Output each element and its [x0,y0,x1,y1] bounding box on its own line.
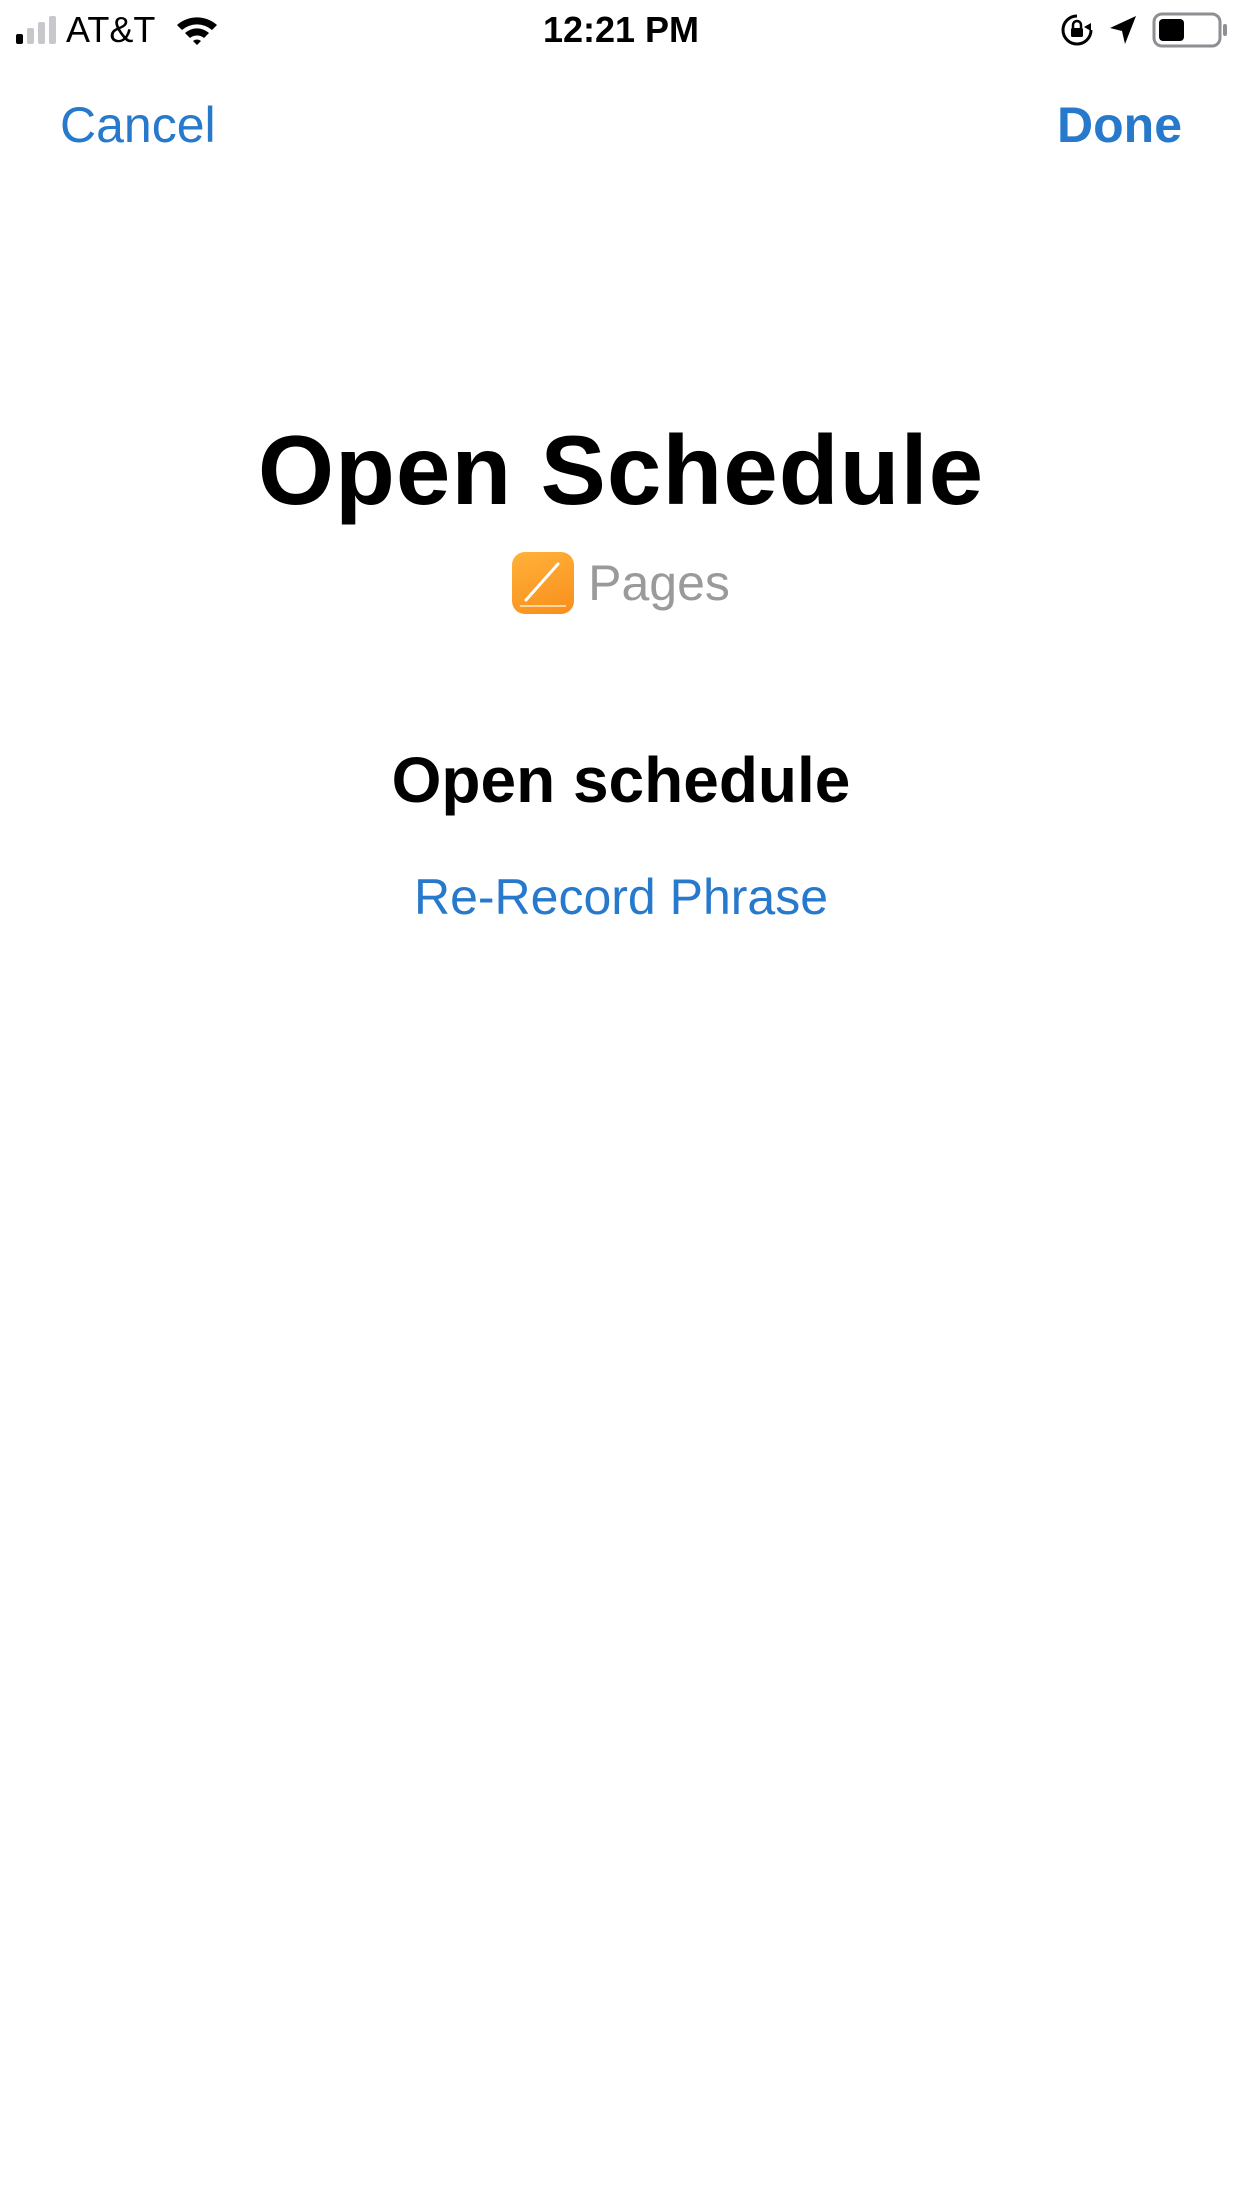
location-arrow-icon [1110,16,1136,44]
done-button[interactable]: Done [1057,90,1182,160]
battery-icon [1152,12,1228,48]
status-bar-right [1060,10,1228,50]
status-bar: AT&T 12:21 PM [0,0,1242,60]
app-row: Pages [0,550,1242,616]
status-time: 12:21 PM [542,9,700,50]
rotation-lock-icon [1061,14,1093,46]
shortcut-title: Open Schedule [257,415,985,525]
re-record-phrase-button[interactable]: Re-Record Phrase [0,862,1242,932]
cancel-button[interactable]: Cancel [60,90,216,160]
navigation-bar: Cancel Done [0,90,1242,160]
app-name: Pages [588,555,730,611]
recorded-phrase: Open schedule [391,744,851,816]
pages-app-icon [512,552,575,614]
